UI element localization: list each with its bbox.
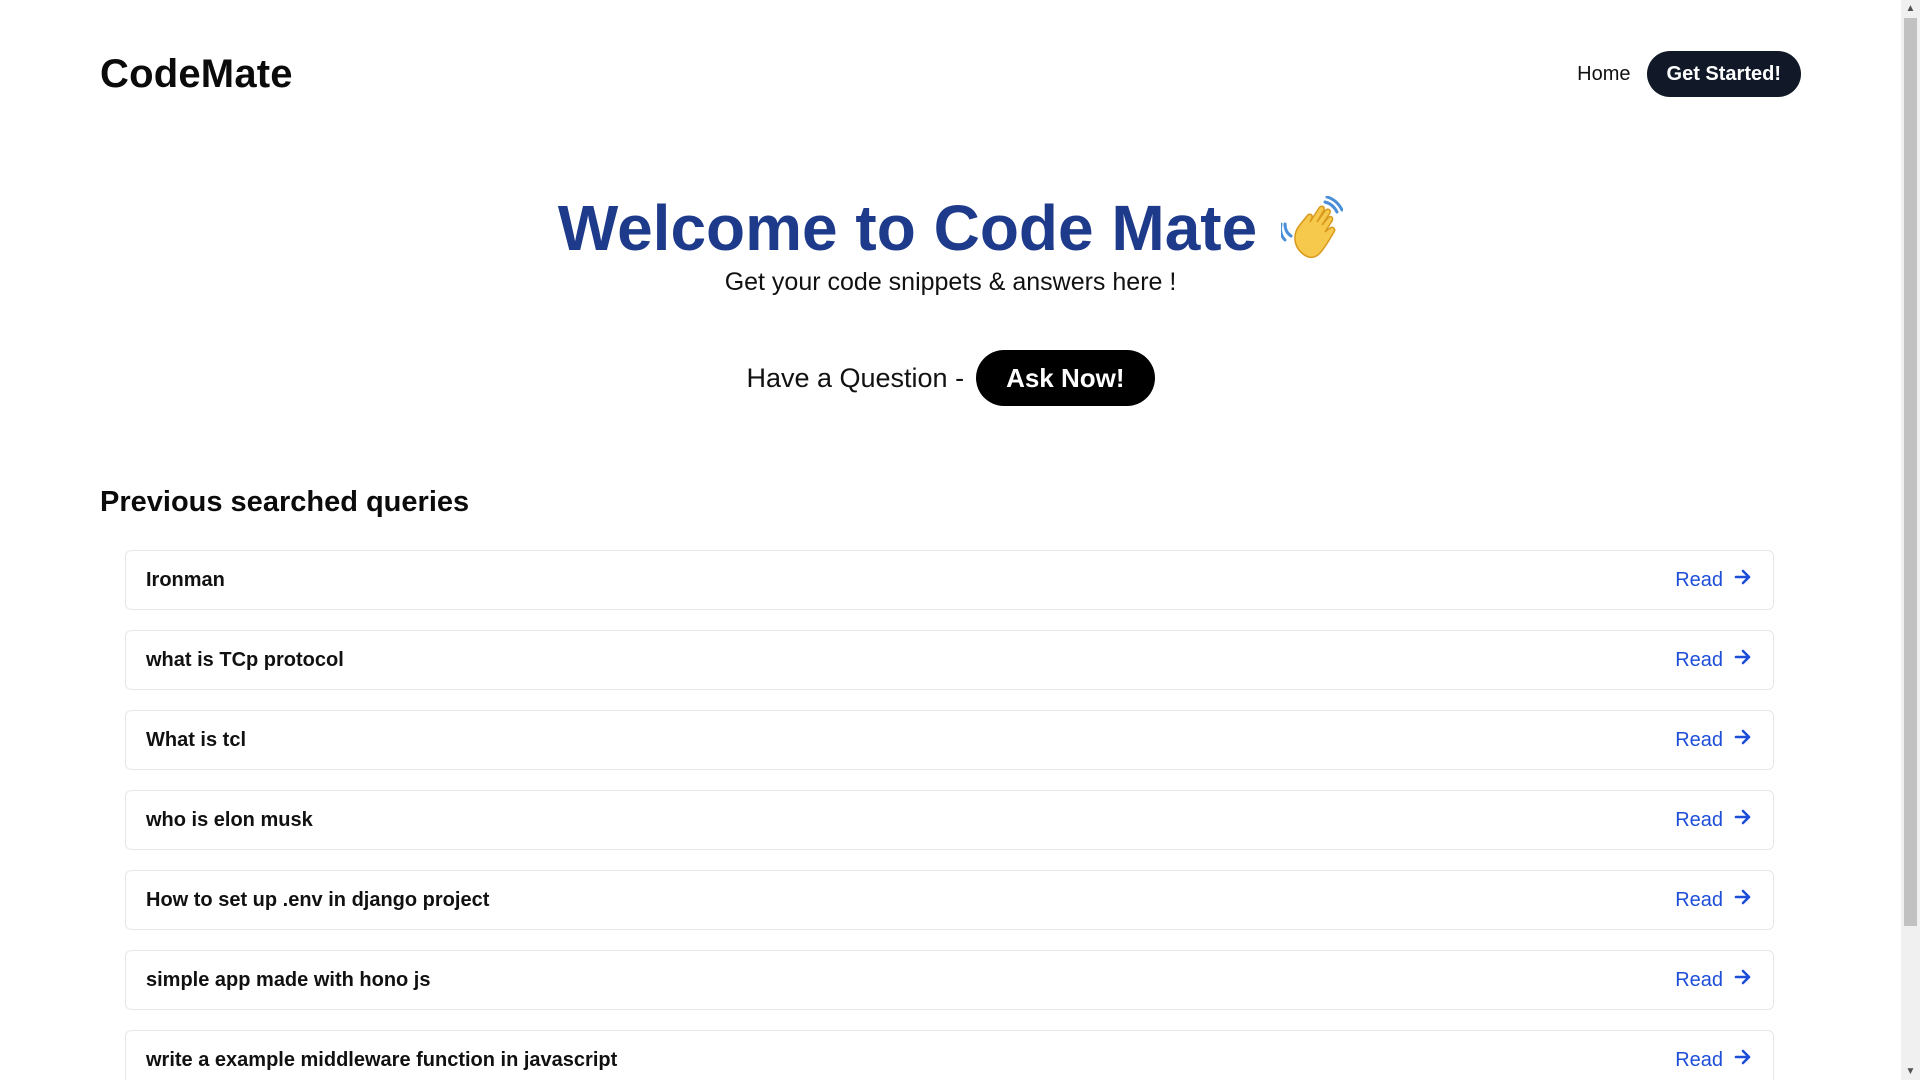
- brand-logo[interactable]: CodeMate: [100, 52, 293, 97]
- arrow-right-icon: [1733, 1047, 1753, 1073]
- nav-links: Home Get Started!: [1577, 51, 1801, 97]
- ask-prompt: Have a Question -: [746, 362, 965, 393]
- query-item[interactable]: What is tcl Read: [125, 710, 1774, 770]
- query-text: who is elon musk: [146, 808, 313, 831]
- query-text: Ironman: [146, 568, 225, 591]
- hero-title-row: Welcome to Code Mate: [557, 192, 1344, 264]
- arrow-right-icon: [1733, 727, 1753, 753]
- read-link[interactable]: Read: [1675, 887, 1753, 913]
- hero-subtitle: Get your code snippets & answers here !: [724, 268, 1177, 297]
- arrow-right-icon: [1733, 647, 1753, 673]
- read-label: Read: [1675, 648, 1723, 671]
- query-text: what is TCp protocol: [146, 648, 344, 671]
- query-item[interactable]: write a example middleware function in j…: [125, 1030, 1774, 1080]
- query-text: simple app made with hono js: [146, 968, 431, 991]
- hero: Welcome to Code Mate Get your code snipp…: [0, 192, 1901, 297]
- read-link[interactable]: Read: [1675, 727, 1753, 753]
- query-item[interactable]: what is TCp protocol Read: [125, 630, 1774, 690]
- read-link[interactable]: Read: [1675, 967, 1753, 993]
- query-list: Ironman Read what is TCp protocol Read What …: [125, 550, 1774, 1080]
- read-link[interactable]: Read: [1675, 1047, 1753, 1073]
- nav-home-link[interactable]: Home: [1577, 63, 1630, 86]
- arrow-right-icon: [1733, 967, 1753, 993]
- arrow-right-icon: [1733, 567, 1753, 593]
- query-item[interactable]: who is elon musk Read: [125, 790, 1774, 850]
- query-text: How to set up .env in django project: [146, 888, 490, 911]
- read-link[interactable]: Read: [1675, 567, 1753, 593]
- navbar: CodeMate Home Get Started!: [100, 44, 1801, 104]
- read-label: Read: [1675, 808, 1723, 831]
- read-link[interactable]: Read: [1675, 807, 1753, 833]
- read-link[interactable]: Read: [1675, 647, 1753, 673]
- waving-hand-icon: [1279, 195, 1344, 262]
- page: CodeMate Home Get Started! Welcome to Co…: [0, 0, 1901, 1080]
- scroll-down-arrow-icon[interactable]: ▼: [1901, 1063, 1920, 1080]
- vertical-scrollbar[interactable]: ▲ ▼: [1901, 0, 1920, 1080]
- section-title: Previous searched queries: [100, 486, 470, 518]
- read-label: Read: [1675, 1048, 1723, 1071]
- ask-now-button[interactable]: Ask Now!: [976, 350, 1155, 406]
- scroll-up-arrow-icon[interactable]: ▲: [1901, 0, 1920, 17]
- query-item[interactable]: Ironman Read: [125, 550, 1774, 610]
- read-label: Read: [1675, 888, 1723, 911]
- hero-title: Welcome to Code Mate: [557, 192, 1258, 264]
- arrow-right-icon: [1733, 807, 1753, 833]
- read-label: Read: [1675, 568, 1723, 591]
- scrollbar-thumb[interactable]: [1904, 18, 1917, 926]
- read-label: Read: [1675, 728, 1723, 751]
- get-started-button[interactable]: Get Started!: [1646, 51, 1801, 97]
- query-item[interactable]: How to set up .env in django project Read: [125, 870, 1774, 930]
- read-label: Read: [1675, 968, 1723, 991]
- arrow-right-icon: [1733, 887, 1753, 913]
- query-text: write a example middleware function in j…: [146, 1048, 618, 1071]
- query-text: What is tcl: [146, 728, 247, 751]
- ask-row: Have a Question - Ask Now!: [0, 350, 1901, 406]
- query-item[interactable]: simple app made with hono js Read: [125, 950, 1774, 1010]
